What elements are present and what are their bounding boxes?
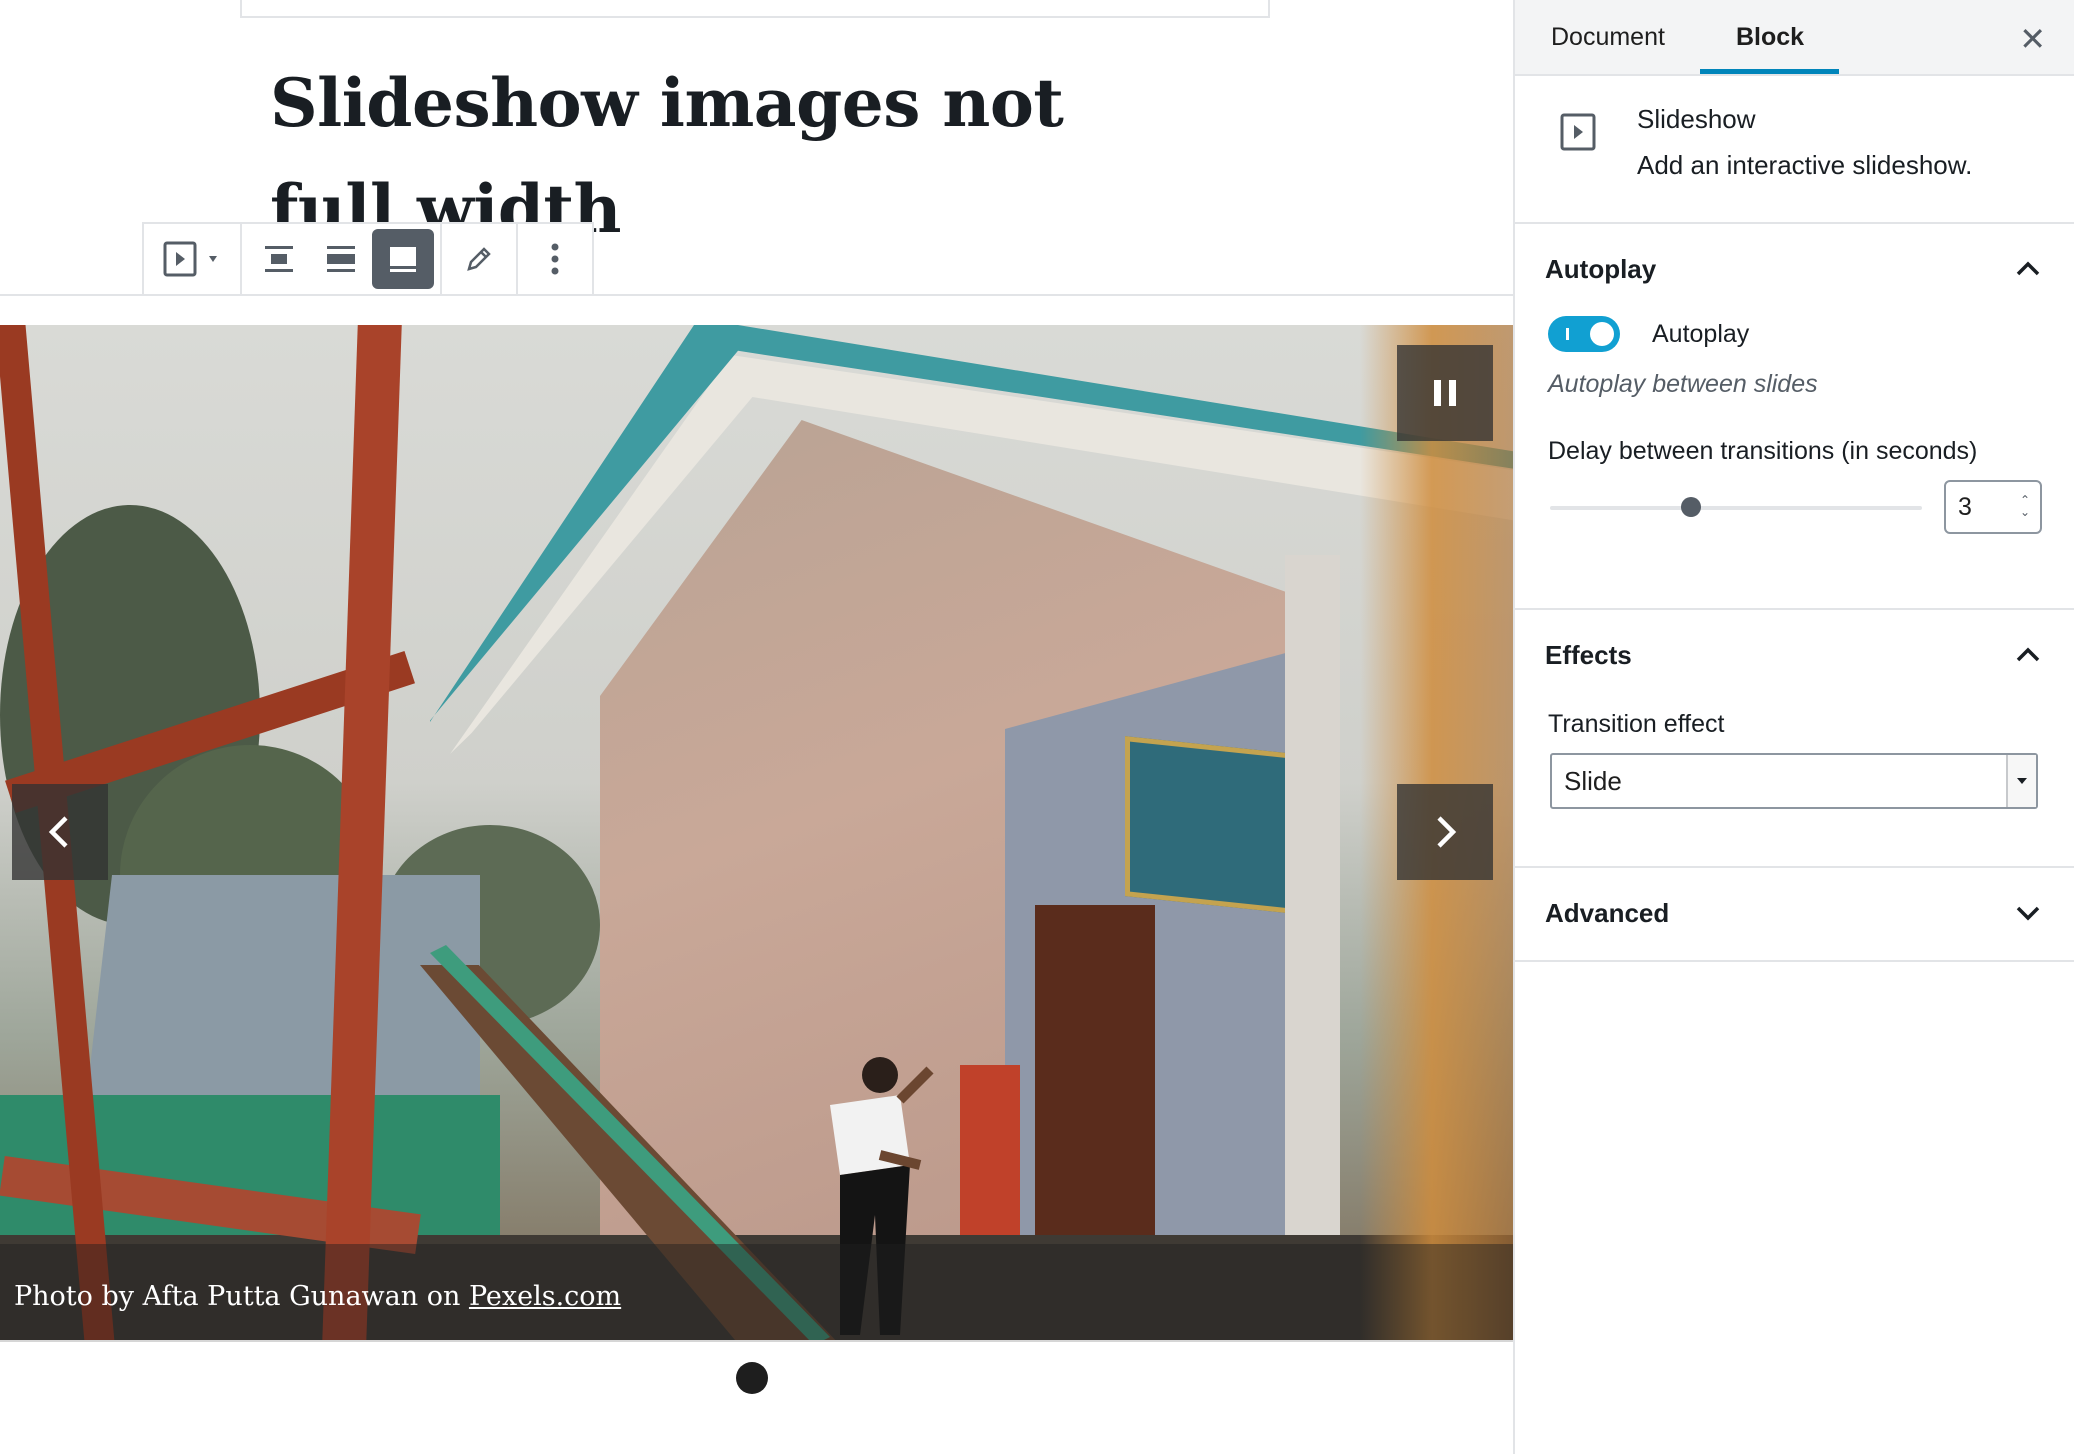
autoplay-help-text: Autoplay between slides bbox=[1548, 370, 1818, 398]
chevron-up-icon bbox=[2016, 261, 2040, 276]
slideshow-icon bbox=[1560, 113, 1596, 151]
advanced-panel: Advanced bbox=[1515, 868, 2074, 962]
panel-title: Advanced bbox=[1545, 897, 1670, 928]
chevron-left-icon bbox=[48, 816, 68, 848]
autoplay-toggle[interactable] bbox=[1548, 316, 1620, 352]
advanced-panel-header[interactable]: Advanced bbox=[1515, 868, 2074, 958]
align-center-button[interactable] bbox=[248, 229, 310, 289]
block-name: Slideshow bbox=[1637, 104, 1756, 134]
caption-text: Photo by Afta Putta Gunawan on bbox=[14, 1281, 469, 1312]
autoplay-panel-header[interactable]: Autoplay bbox=[1515, 224, 2074, 314]
transition-effect-label: Transition effect bbox=[1548, 710, 1725, 738]
slideshow-icon bbox=[163, 241, 217, 277]
panel-title: Effects bbox=[1545, 639, 1632, 670]
range-thumb[interactable] bbox=[1681, 497, 1702, 517]
transition-effect-select[interactable]: Slide bbox=[1550, 753, 2038, 809]
autoplay-toggle-row: Autoplay bbox=[1548, 314, 2074, 354]
edit-button[interactable] bbox=[448, 229, 510, 289]
block-toolbar bbox=[142, 222, 594, 296]
slideshow-bottom-border bbox=[0, 1340, 1513, 1342]
chevron-down-icon bbox=[2016, 906, 2040, 921]
block-card: Slideshow Add an interactive slideshow. bbox=[1515, 76, 2074, 224]
pencil-icon bbox=[467, 247, 491, 271]
slide-caption[interactable]: Photo by Afta Putta Gunawan on Pexels.co… bbox=[14, 1281, 621, 1312]
align-wide-icon bbox=[327, 246, 355, 272]
chevron-right-icon bbox=[1437, 816, 1457, 848]
more-vertical-icon bbox=[551, 243, 559, 275]
effects-panel-header[interactable]: Effects bbox=[1515, 610, 2074, 700]
settings-sidebar: Document Block ✕ Slideshow Add an intera… bbox=[1513, 0, 2074, 1454]
spinner-icon[interactable]: ⌃ ⌄ bbox=[2020, 494, 2030, 518]
block-switcher-button[interactable] bbox=[150, 229, 234, 289]
delay-label: Delay between transitions (in seconds) bbox=[1548, 437, 1978, 465]
panel-title: Autoplay bbox=[1545, 253, 1657, 284]
tab-block[interactable]: Block bbox=[1699, 0, 1840, 74]
block-description: Add an interactive slideshow. bbox=[1637, 150, 1973, 180]
pause-button[interactable] bbox=[1397, 345, 1493, 441]
caption-link[interactable]: Pexels.com bbox=[469, 1281, 621, 1312]
previous-block-outline bbox=[240, 0, 1270, 18]
delay-value: 3 bbox=[1958, 492, 1972, 521]
block-separator bbox=[0, 294, 1513, 296]
more-options-button[interactable] bbox=[524, 229, 586, 289]
range-track[interactable] bbox=[1550, 506, 1922, 510]
previous-slide-button[interactable] bbox=[12, 784, 108, 880]
chevron-down-icon[interactable] bbox=[2006, 755, 2036, 807]
slide-pager-dot[interactable] bbox=[736, 1362, 768, 1394]
toggle-label: Autoplay bbox=[1652, 319, 1750, 348]
align-full-icon bbox=[390, 247, 416, 272]
slideshow-block[interactable]: Photo by Afta Putta Gunawan on Pexels.co… bbox=[0, 325, 1513, 1342]
next-slide-button[interactable] bbox=[1397, 784, 1493, 880]
chevron-up-icon bbox=[2016, 647, 2040, 662]
tab-document[interactable]: Document bbox=[1515, 0, 1700, 74]
effects-panel: Effects Transition effect Slide bbox=[1515, 610, 2074, 868]
sidebar-tabs: Document Block ✕ bbox=[1515, 0, 2074, 76]
close-icon[interactable]: ✕ bbox=[2019, 20, 2046, 58]
align-wide-button[interactable] bbox=[310, 229, 372, 289]
align-center-icon bbox=[265, 246, 293, 272]
delay-range-control: 3 ⌃ ⌄ bbox=[1515, 478, 2074, 538]
pause-icon bbox=[1434, 380, 1456, 406]
autoplay-panel: Autoplay Autoplay Autoplay between slide… bbox=[1515, 224, 2074, 610]
align-full-button[interactable] bbox=[372, 229, 434, 289]
select-value: Slide bbox=[1564, 765, 1622, 796]
delay-number-input[interactable]: 3 ⌃ ⌄ bbox=[1944, 480, 2042, 534]
editor-canvas: Slideshow images not full width Photo by… bbox=[0, 0, 1513, 1454]
